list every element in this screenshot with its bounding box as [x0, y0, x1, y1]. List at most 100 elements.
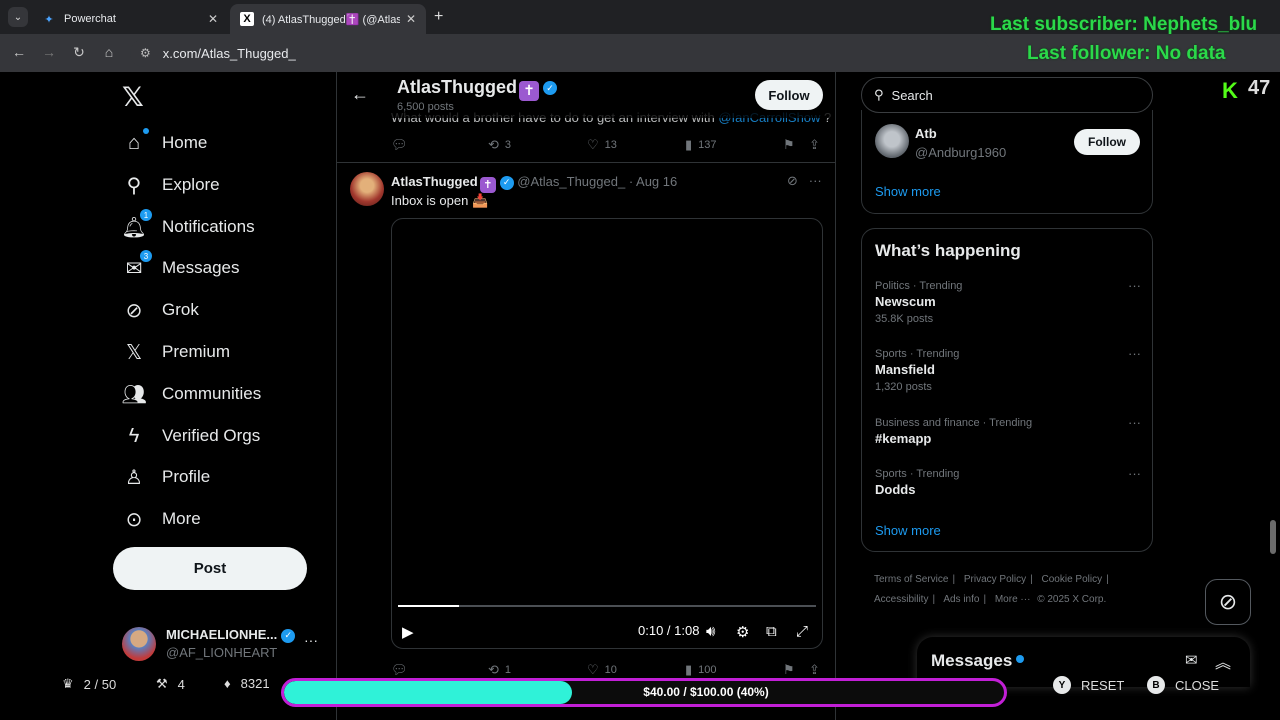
like-button[interactable]: ♡ 13	[587, 137, 617, 153]
tab-search-button[interactable]: ⌄	[8, 7, 28, 27]
home-icon[interactable]: ⌂	[100, 44, 118, 60]
profile-name: AtlasThugged ✝ ✓	[397, 77, 557, 101]
communities-icon: 👥︎	[121, 383, 147, 406]
suggested-user-handle[interactable]: @Andburg1960	[915, 145, 1006, 160]
share-button[interactable]: ⇪	[809, 137, 820, 153]
grok-icon[interactable]: ⊘	[787, 173, 798, 188]
more-icon[interactable]: ···	[1128, 346, 1141, 361]
search-icon: ⚲	[874, 87, 884, 102]
more-icon[interactable]: ···	[304, 632, 318, 648]
x-logo-icon: 𝕏	[125, 341, 143, 364]
sidebar-item-messages[interactable]: ✉ 3 Messages	[122, 250, 240, 283]
show-more-link[interactable]: Show more	[875, 523, 941, 538]
sidebar-item-explore[interactable]: ⚲ Explore	[122, 170, 220, 200]
trend-category: Business and finance · Trending	[875, 417, 1033, 429]
controller-y-icon: Y	[1053, 676, 1071, 694]
sidebar-item-label: Messages	[162, 258, 240, 277]
url-input[interactable]: ⚙ x.com/Atlas_Thugged_	[130, 39, 990, 67]
unread-dot	[1016, 655, 1025, 663]
tab-atlasthugged[interactable]: X (4) AtlasThugged✝️ (@Atlas_Thugged_) ✕	[230, 4, 426, 34]
avatar[interactable]	[875, 124, 909, 158]
scrollbar[interactable]	[1270, 520, 1276, 554]
play-icon[interactable]: ▶	[402, 623, 414, 641]
sidebar-item-grok[interactable]: ⊘ Grok	[122, 295, 199, 325]
stat-handshake: ⚒ 4	[156, 676, 185, 692]
post-button[interactable]: Post	[113, 547, 307, 590]
views-button[interactable]: ▮ 137	[685, 137, 717, 153]
sidebar-item-label: Verified Orgs	[162, 426, 261, 445]
new-message-icon[interactable]: ✉	[1185, 651, 1198, 669]
bookmark-button[interactable]: ⚑	[783, 137, 795, 153]
site-info-icon[interactable]: ⚙	[140, 46, 151, 60]
video-progress-fill	[398, 605, 460, 607]
footer-link[interactable]: Cookie Policy	[1042, 574, 1103, 585]
reload-icon[interactable]: ↻	[70, 44, 88, 61]
sidebar-item-notifications[interactable]: 🔔︎ 1 Notifications	[121, 209, 255, 242]
trend-item[interactable]: Sports · Trending Dodds ···	[875, 466, 1141, 497]
avatar[interactable]	[350, 172, 384, 206]
more-icon[interactable]: ···	[809, 173, 822, 188]
footer-link[interactable]: Ads info	[943, 594, 979, 605]
show-more-link[interactable]: Show more	[875, 184, 941, 199]
messages-badge: 3	[140, 250, 152, 262]
trend-item[interactable]: Business and finance · Trending #kemapp …	[875, 415, 1141, 446]
search-input[interactable]: ⚲ Search	[861, 77, 1153, 113]
footer-link[interactable]: More ···	[995, 594, 1031, 605]
sidebar-item-home[interactable]: ⌂ Home	[122, 128, 207, 158]
x-logo-icon[interactable]: 𝕏	[122, 82, 144, 113]
more-circle-icon: ⊙	[125, 508, 143, 531]
tweet-author-name[interactable]: AtlasThugged	[391, 174, 478, 189]
trend-item[interactable]: Politics · Trending Newscum 35.8K posts …	[875, 278, 1141, 325]
sidebar-item-profile[interactable]: ♙ Profile	[122, 462, 210, 492]
tweet-date[interactable]: · Aug 16	[629, 174, 677, 189]
repost-icon: ⟲	[488, 137, 499, 152]
grok-icon[interactable]: ⊘	[1205, 579, 1251, 625]
trend-category: Sports · Trending	[875, 348, 960, 360]
sidebar-item-premium[interactable]: 𝕏 Premium	[122, 337, 230, 367]
close-icon[interactable]: ✕	[208, 12, 218, 26]
back-arrow-icon[interactable]: ←	[351, 84, 369, 105]
footer-link[interactable]: Accessibility	[874, 594, 928, 605]
volume-icon[interactable]: 🔊︎	[706, 623, 715, 640]
back-icon[interactable]: ←	[10, 44, 28, 60]
messages-title: Messages	[931, 651, 1025, 671]
home-icon: ⌂	[122, 128, 149, 155]
stat-gem: ♦ 8321	[224, 676, 270, 691]
sidebar-item-label: Premium	[162, 342, 231, 361]
video-player[interactable]: ▶ 0:10 / 1:08 🔊︎ ⚙ ⧉ ⤢	[391, 218, 823, 649]
cross-emoji-icon: ✝	[519, 80, 539, 101]
picture-in-picture-icon[interactable]: ⧉	[766, 623, 777, 640]
fullscreen-icon[interactable]: ⤢	[796, 623, 808, 640]
sidebar-item-verified-orgs[interactable]: ϟ Verified Orgs	[122, 421, 261, 451]
close-icon[interactable]: ✕	[406, 12, 416, 26]
sidebar-item-more[interactable]: ⊙ More	[122, 504, 201, 534]
footer-link[interactable]: Terms of Service	[874, 574, 948, 585]
expand-icon[interactable]: ︽	[1215, 649, 1231, 673]
more-icon[interactable]: ···	[1128, 278, 1141, 293]
more-icon[interactable]: ···	[1128, 415, 1141, 430]
video-progress-bar[interactable]	[398, 605, 816, 607]
donation-goal-bar: $40.00 / $100.00 (40%)	[281, 678, 1007, 707]
suggested-user-name[interactable]: Atb	[915, 126, 937, 141]
forward-icon[interactable]: →	[40, 44, 58, 60]
follow-button[interactable]: Follow	[1074, 129, 1140, 155]
stat-goals: ♛ 2 / 50	[62, 676, 117, 692]
reply-button[interactable]: 💬︎	[391, 137, 414, 153]
close-button[interactable]: B CLOSE	[1147, 676, 1219, 694]
tab-powerchat[interactable]: ✦ Powerchat ✕	[32, 4, 228, 34]
new-tab-button[interactable]: +	[434, 8, 443, 26]
account-switcher[interactable]: MICHAELIONHE... ✓ @AF_LIONHEART ···	[122, 624, 322, 664]
settings-gear-icon[interactable]: ⚙	[736, 623, 749, 641]
follow-button[interactable]: Follow	[755, 80, 823, 110]
post-count: 6,500 posts	[397, 101, 454, 113]
gem-icon: ♦	[224, 676, 231, 691]
sidebar-item-label: Home	[162, 133, 208, 152]
sidebar-item-communities[interactable]: 👥︎ Communities	[121, 379, 261, 409]
tweet-author-handle[interactable]: @Atlas_Thugged_	[517, 174, 625, 189]
more-icon[interactable]: ···	[1128, 466, 1141, 481]
repost-button[interactable]: ⟲ 3	[488, 137, 511, 153]
reset-button[interactable]: Y RESET	[1053, 676, 1124, 694]
footer-link[interactable]: Privacy Policy	[964, 574, 1026, 585]
reset-label: RESET	[1081, 677, 1125, 693]
trend-item[interactable]: Sports · Trending Mansfield 1,320 posts …	[875, 346, 1141, 393]
